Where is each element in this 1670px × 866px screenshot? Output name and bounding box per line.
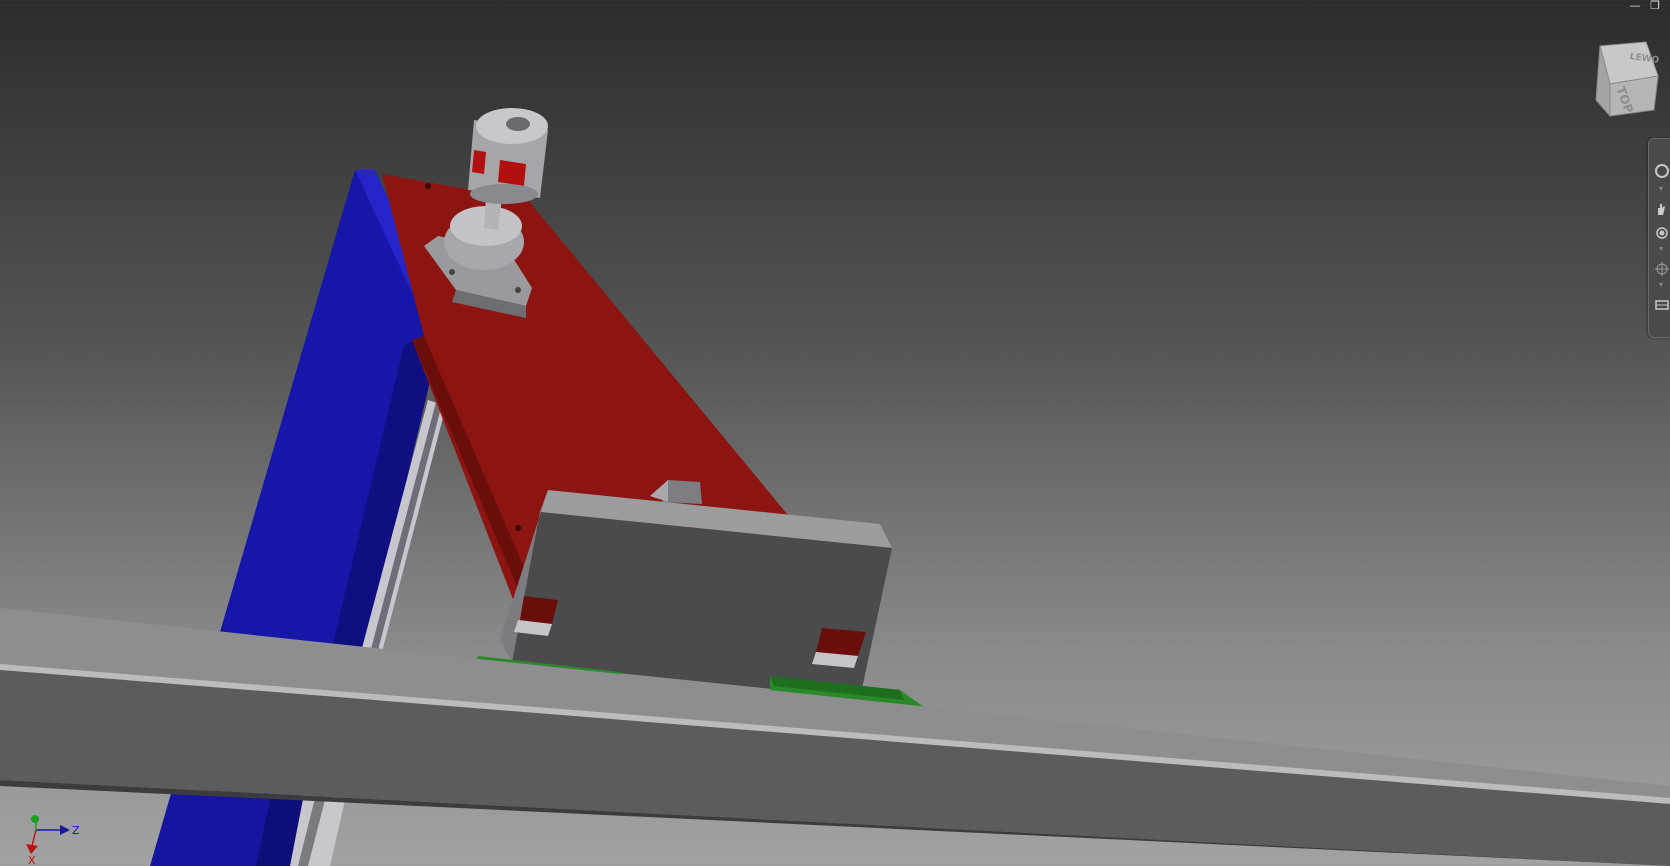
nav-separator: ▾: [1659, 184, 1664, 193]
carriage-slot-red: [520, 596, 558, 624]
x-axis-arrow: [26, 844, 38, 854]
x-axis-line: [31, 829, 37, 847]
z-axis-label: Z: [72, 824, 80, 837]
minimize-button[interactable]: —: [1628, 0, 1642, 12]
nav-separator: ▾: [1659, 244, 1664, 253]
steering-wheel-icon[interactable]: [1653, 163, 1669, 179]
y-axis-marker: [31, 815, 39, 823]
carriage-slot-red: [816, 628, 866, 656]
look-at-icon[interactable]: [1653, 297, 1669, 313]
x-axis-label: X: [28, 854, 36, 866]
screw-hole: [425, 183, 431, 189]
restore-button[interactable]: ❐: [1648, 0, 1662, 12]
3d-viewport[interactable]: — ❐ TOP LEWO ▾ ▾ ▾ Z X: [0, 0, 1670, 866]
shaft-coupler-bore: [506, 117, 530, 131]
viewcube[interactable]: TOP LEWO: [1588, 40, 1660, 120]
coupler-spider-red: [472, 150, 486, 174]
bolt: [449, 269, 455, 275]
cad-model-scene[interactable]: [0, 0, 1670, 866]
orbit-icon[interactable]: [1653, 261, 1669, 277]
navigation-bar: ▾ ▾ ▾: [1648, 138, 1670, 338]
screw-hole: [515, 525, 521, 531]
coupler-spider-red: [498, 160, 526, 186]
nav-separator: ▾: [1659, 280, 1664, 289]
window-controls: — ❐: [1628, 0, 1662, 12]
bolt: [515, 287, 521, 293]
z-axis-arrow: [60, 825, 70, 835]
pan-icon[interactable]: [1653, 201, 1669, 217]
axis-triad: Z X: [26, 815, 80, 866]
shaft-coupler-bottom: [470, 184, 538, 204]
zoom-icon[interactable]: [1653, 225, 1669, 241]
